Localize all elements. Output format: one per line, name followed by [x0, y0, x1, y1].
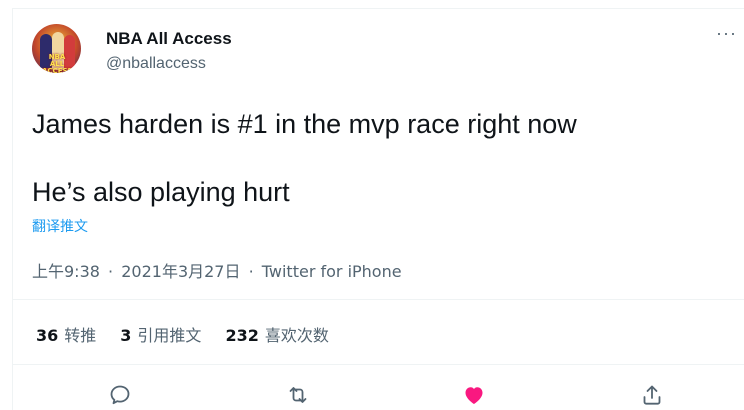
share-button[interactable]: [637, 380, 667, 410]
tweet-source[interactable]: Twitter for iPhone: [262, 262, 402, 281]
retweet-button[interactable]: [283, 380, 313, 410]
translate-tweet-link[interactable]: 翻译推文: [32, 216, 88, 236]
retweets-count: 36: [36, 326, 59, 345]
likes-stat[interactable]: 232 喜欢次数: [225, 322, 328, 346]
reply-button[interactable]: [105, 380, 135, 410]
tweet-stats: 36 转推 3 引用推文 232 喜欢次数: [36, 322, 329, 346]
likes-count: 232: [225, 326, 259, 345]
retweet-icon: [289, 387, 307, 403]
tweet-metadata: 上午9:38 · 2021年3月27日 · Twitter for iPhone: [32, 258, 402, 282]
retweets-stat[interactable]: 36 转推: [36, 322, 96, 346]
meta-separator: ·: [248, 262, 254, 281]
avatar-logo: NBA ALL ACCESS: [42, 53, 73, 74]
share-icon: [643, 385, 661, 405]
divider: [12, 364, 744, 365]
retweets-label: 转推: [64, 326, 97, 345]
author-handle[interactable]: @nballaccess: [106, 55, 206, 73]
divider: [12, 299, 744, 300]
more-options-icon[interactable]: ···: [716, 24, 738, 48]
author-name[interactable]: NBA All Access: [106, 29, 232, 49]
tweet-time[interactable]: 上午9:38: [32, 262, 100, 281]
like-button[interactable]: [459, 380, 489, 410]
quotes-count: 3: [120, 326, 132, 345]
likes-label: 喜欢次数: [264, 326, 329, 345]
heart-icon: [465, 387, 483, 404]
reply-icon: [110, 385, 130, 405]
quotes-label: 引用推文: [137, 326, 202, 345]
meta-separator: ·: [108, 262, 114, 281]
author-avatar[interactable]: NBA ALL ACCESS: [32, 24, 81, 73]
tweet-text: James harden is #1 in the mvp race right…: [32, 109, 577, 207]
tweet-date[interactable]: 2021年3月27日: [121, 262, 240, 281]
quotes-stat[interactable]: 3 引用推文: [120, 322, 201, 346]
